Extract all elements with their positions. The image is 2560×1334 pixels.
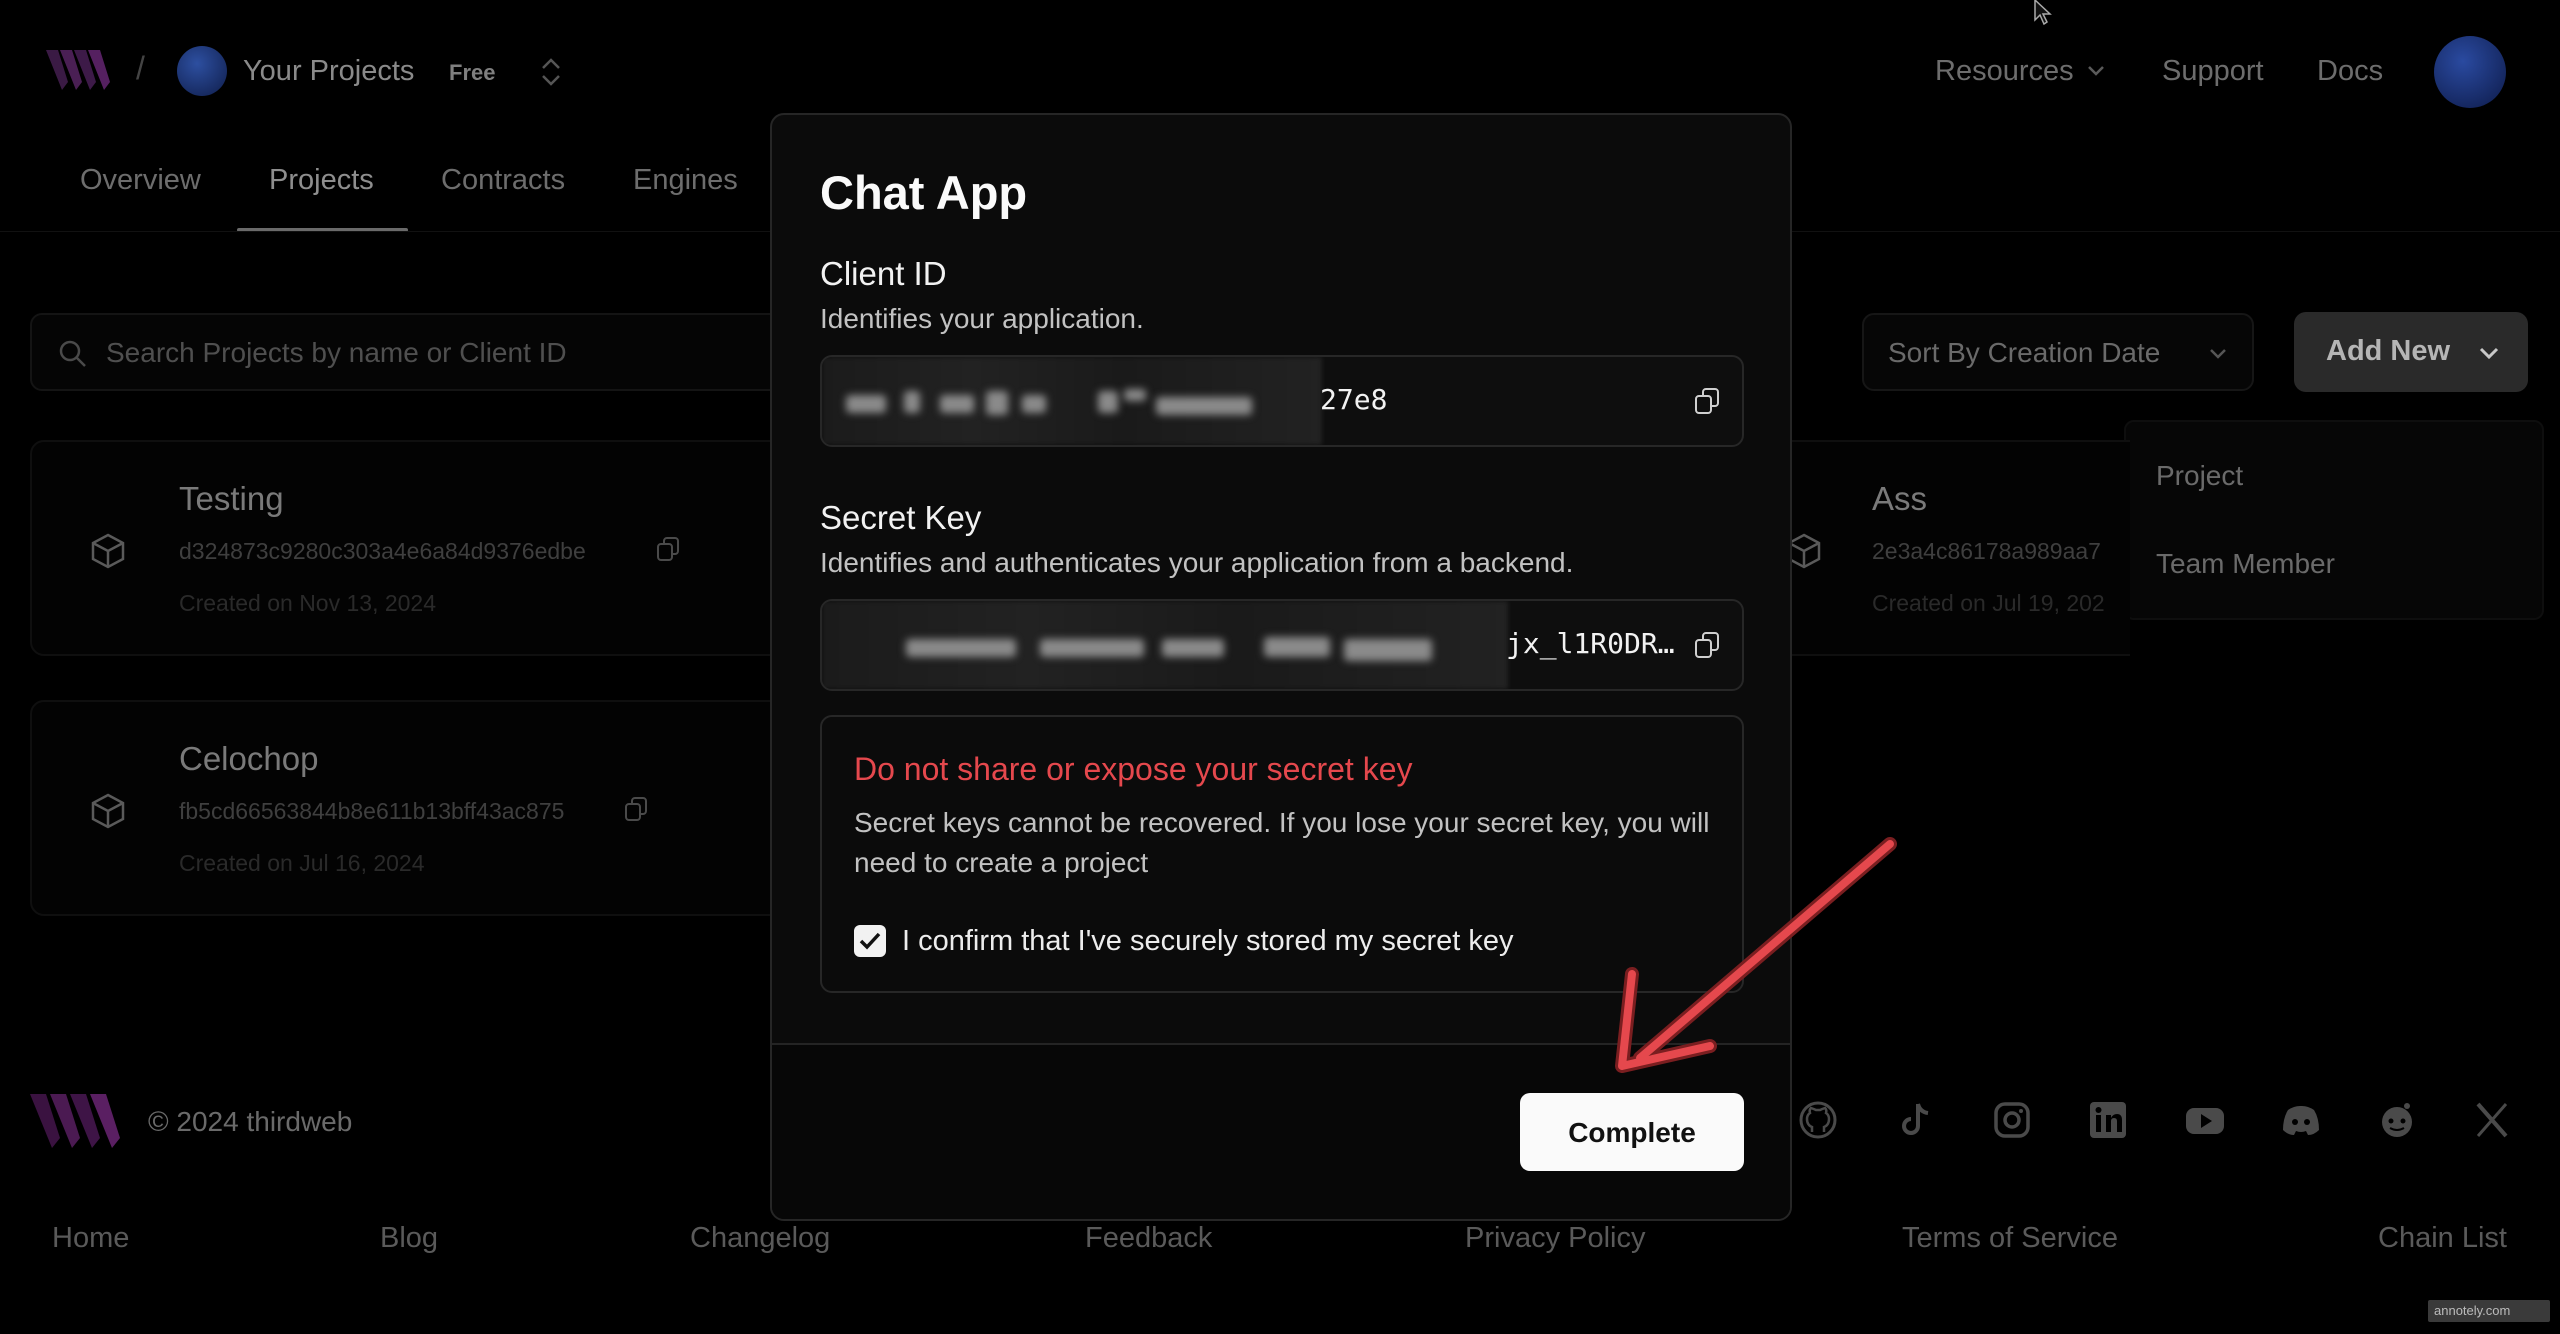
plan-badge: Free [449, 60, 496, 85]
tab-engines[interactable]: Engines [633, 164, 738, 197]
footer-link-feedback[interactable]: Feedback [1085, 1222, 1212, 1255]
nav-resources[interactable]: Resources [1935, 55, 2074, 88]
copy-icon[interactable] [1694, 387, 1720, 415]
search-placeholder: Search Projects by name or Client ID [106, 337, 567, 368]
project-name: Testing [179, 480, 284, 517]
copy-icon[interactable] [624, 796, 648, 827]
footer-link-privacy-policy[interactable]: Privacy Policy [1465, 1222, 1646, 1255]
project-client-id: 2e3a4c86178a989aa7 [1872, 538, 2101, 564]
project-client-id: fb5cd66563844b8e611b13bff43ac875 [179, 798, 565, 824]
chevron-down-icon [2086, 64, 2106, 83]
tiktok-icon[interactable] [1896, 1100, 1936, 1140]
watermark-text: annotely.com [2434, 1303, 2511, 1318]
nav-support[interactable]: Support [2162, 55, 2264, 88]
check-icon [859, 932, 881, 950]
complete-label: Complete [1568, 1117, 1696, 1148]
workspace-avatar [177, 46, 227, 96]
tab-overview[interactable]: Overview [80, 164, 201, 197]
confirm-label[interactable]: I confirm that I've securely stored my s… [902, 925, 1514, 958]
secret-key-value: jx_l1R0DR… [1506, 627, 1675, 660]
footer-link-changelog[interactable]: Changelog [690, 1222, 830, 1255]
secret-key-field[interactable]: jx_l1R0DR… [820, 599, 1744, 691]
secret-key-description: Identifies and authenticates your applic… [820, 547, 1574, 578]
add-new-label: Add New [2326, 335, 2451, 367]
project-card[interactable]: Ass 2e3a4c86178a989aa7 Created on Jul 19… [1770, 440, 2130, 656]
sort-label: Sort By Creation Date [1888, 337, 2161, 368]
user-avatar[interactable] [2434, 36, 2506, 108]
client-id-value: 27e8 [1320, 383, 1388, 416]
project-created-date: Created on Jul 19, 202 [1872, 590, 2105, 616]
footer-link-terms-of-service[interactable]: Terms of Service [1902, 1222, 2118, 1255]
project-card[interactable]: Testing d324873c9280c303a4e6a84d9376edbe… [30, 440, 790, 656]
footer-thirdweb-logo[interactable] [30, 1092, 122, 1155]
thirdweb-logo[interactable] [46, 48, 112, 92]
warning-title: Do not share or expose your secret key [854, 751, 1413, 787]
tab-contracts[interactable]: Contracts [441, 164, 565, 197]
complete-button[interactable]: Complete [1520, 1093, 1744, 1171]
github-icon[interactable] [1798, 1100, 1838, 1140]
annotation-arrow [1600, 820, 1900, 1085]
mouse-cursor-icon [2033, 0, 2057, 31]
project-card[interactable]: Celochop fb5cd66563844b8e611b13bff43ac87… [30, 700, 790, 916]
menu-item-team-member[interactable]: Team Member [2156, 548, 2335, 580]
project-name: Celochop [179, 740, 319, 777]
copy-icon[interactable] [656, 536, 680, 567]
cube-icon [90, 792, 126, 835]
client-id-label: Client ID [820, 255, 947, 292]
chevron-down-icon [2208, 347, 2228, 366]
add-new-menu: Project Team Member [2124, 420, 2544, 620]
linkedin-icon[interactable] [2088, 1100, 2128, 1140]
project-name: Ass [1872, 480, 1928, 517]
sort-select[interactable]: Sort By Creation Date [1862, 313, 2254, 391]
workspace-title[interactable]: Your Projects [243, 55, 414, 88]
nav-docs[interactable]: Docs [2317, 55, 2383, 88]
footer-link-chain-list[interactable]: Chain List [2378, 1222, 2507, 1255]
search-icon [58, 339, 88, 374]
copy-icon[interactable] [1694, 631, 1720, 659]
watermark: annotely.com [2428, 1300, 2550, 1322]
workspace-switcher-icon[interactable] [538, 56, 564, 93]
project-created-date: Created on Nov 13, 2024 [179, 590, 437, 616]
x-icon[interactable] [2472, 1100, 2512, 1140]
project-client-id: d324873c9280c303a4e6a84d9376edbe [179, 538, 586, 564]
search-input[interactable]: Search Projects by name or Client ID [30, 313, 800, 391]
secret-key-label: Secret Key [820, 499, 982, 536]
footer-link-blog[interactable]: Blog [380, 1222, 438, 1255]
warning-text: Secret keys cannot be recovered. If you … [854, 807, 1710, 878]
menu-item-project[interactable]: Project [2156, 460, 2243, 492]
cube-icon [90, 532, 126, 575]
footer-link-home[interactable]: Home [52, 1222, 129, 1255]
discord-icon[interactable] [2280, 1100, 2322, 1140]
instagram-icon[interactable] [1992, 1100, 2032, 1140]
dialog-title: Chat App [820, 166, 1028, 219]
footer-copyright: © 2024 thirdweb [148, 1106, 353, 1137]
breadcrumb-separator: / [136, 50, 145, 86]
project-created-date: Created on Jul 16, 2024 [179, 850, 425, 876]
tab-projects[interactable]: Projects [269, 164, 374, 197]
client-id-description: Identifies your application. [820, 303, 1144, 334]
reddit-icon[interactable] [2376, 1100, 2418, 1140]
confirm-checkbox[interactable] [854, 925, 886, 957]
chevron-down-icon [2478, 346, 2500, 365]
client-id-field[interactable]: 27e8 [820, 355, 1744, 447]
youtube-icon[interactable] [2184, 1100, 2226, 1140]
add-new-button[interactable]: Add New [2294, 312, 2528, 392]
